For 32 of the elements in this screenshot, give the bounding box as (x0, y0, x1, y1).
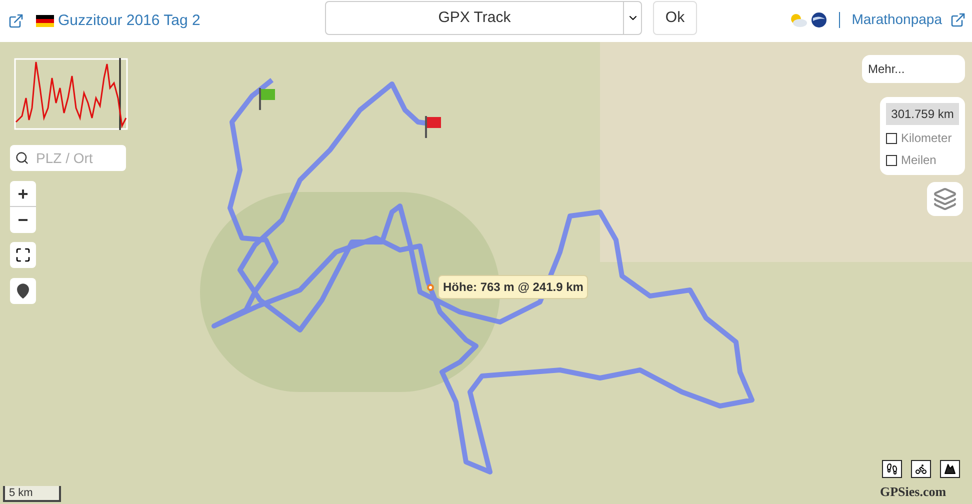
unit-label: Meilen (901, 152, 936, 169)
external-link-icon[interactable] (8, 13, 24, 29)
user-link[interactable]: Marathonpapa (852, 9, 942, 30)
unit-checkbox[interactable] (886, 154, 897, 166)
start-flag-icon (258, 88, 276, 110)
bike-icon[interactable] (911, 460, 931, 478)
mountain-icon[interactable] (940, 460, 960, 478)
fullscreen-icon (15, 247, 31, 263)
unit-label: Kilometer (901, 130, 952, 147)
globe-icon[interactable] (810, 12, 827, 28)
ok-button[interactable]: Ok (653, 1, 697, 35)
map-background[interactable]: PLZ / Ort + − Höhe: 763 m @ 241.9 km Mehr... 301.759 km Kilometer Meilen 5 km GPSies.com (0, 42, 972, 504)
search-field[interactable]: PLZ / Ort (10, 145, 126, 171)
scale-bar: 5 km (3, 486, 61, 502)
distance-value: 301.759 km (886, 103, 959, 125)
unit-checkbox[interactable] (886, 132, 897, 144)
layers-button[interactable] (927, 182, 963, 216)
zoom-in-button[interactable]: + (10, 181, 36, 207)
search-icon (15, 151, 29, 165)
flag-icon (36, 15, 54, 27)
elevation-tooltip: Höhe: 763 m @ 241.9 km (438, 275, 588, 299)
track-select[interactable]: GPX Track (325, 1, 642, 35)
location-button[interactable] (10, 278, 36, 304)
zoom-out-button[interactable]: − (10, 207, 36, 233)
track-title-link[interactable]: Guzzitour 2016 Tag 2 (58, 10, 200, 32)
fullscreen-button[interactable] (10, 242, 36, 268)
location-pin-icon (15, 283, 31, 299)
more-button[interactable]: Mehr... (862, 55, 965, 83)
site-logo: GPSies.com (880, 483, 946, 501)
layers-icon (933, 187, 957, 211)
end-flag-icon (424, 116, 442, 138)
external-link-icon[interactable] (950, 12, 966, 28)
